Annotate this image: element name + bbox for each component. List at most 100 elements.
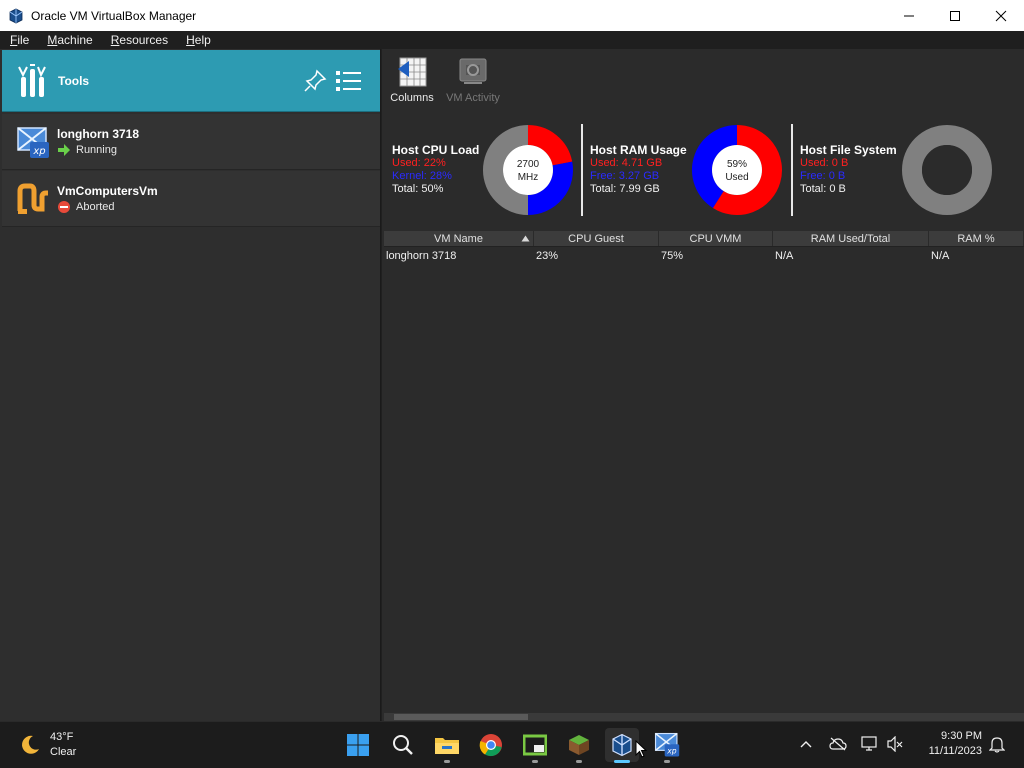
menu-bar: File Machine Resources Help [0,31,1024,49]
search-button[interactable] [386,728,420,762]
divider [791,124,793,216]
generic-vm-icon [17,183,48,214]
machine-list-pane: Tools xp longhorn 3718 Running VmCompute… [0,49,381,721]
vm-item-longhorn[interactable]: xp longhorn 3718 Running [2,114,380,170]
chrome-icon [479,734,502,757]
vm-state: Running [57,143,117,157]
col-ram-percent[interactable]: RAM % [929,231,1024,246]
vm-activity-button[interactable]: VM Activity [443,55,503,109]
tray-cloud[interactable] [828,734,848,754]
vm-item-vmcomputersvm[interactable]: VmComputersVm Aborted [2,171,380,227]
menu-file[interactable]: File [6,33,33,47]
col-cpu-guest[interactable]: CPU Guest [534,231,659,246]
columns-label: Columns [390,92,434,104]
ram-used: Used: 4.71 GB [590,157,663,169]
maximize-button[interactable] [932,0,978,31]
clock-date: 11/11/2023 [928,745,982,757]
show-hidden-icons[interactable] [796,734,816,754]
speaker-muted-icon [887,736,903,752]
aborted-icon [58,201,70,213]
table-header: VM Name CPU Guest CPU VMM RAM Used/Total… [384,231,1024,247]
divider [581,124,583,216]
bell-icon [989,737,1005,753]
vm-state-label: Running [76,144,117,156]
col-vm-name[interactable]: VM Name [384,231,534,246]
virtualbox-icon [612,733,632,757]
fs-title: Host File System [800,143,897,157]
cell-cpu-vmm: 75% [661,250,684,262]
vm-name: VmComputersVm [57,184,158,198]
fs-free: Free: 0 B [800,170,846,182]
list-menu-icon[interactable] [335,68,363,94]
cloud-off-icon [829,737,847,751]
activity-overview-pane: Columns VM Activity Host CPU Load Used: … [382,49,1024,721]
start-button[interactable] [341,728,375,762]
pin-icon[interactable] [302,68,328,94]
menu-help[interactable]: Help [182,33,215,47]
taskbar-file-explorer[interactable] [430,728,464,763]
chevron-up-icon [800,741,812,748]
running-arrow-icon [58,144,70,156]
fs-used: Used: 0 B [800,157,849,169]
tray-network[interactable] [860,734,880,754]
taskbar-minecraft[interactable] [562,728,596,763]
title-bar: Oracle VM VirtualBox Manager [0,0,1024,31]
vm-name: longhorn 3718 [57,127,140,141]
columns-icon [398,57,427,87]
scrollbar-thumb[interactable] [394,714,528,720]
cpu-used: Used: 22% [392,157,446,169]
weather-widget[interactable]: 43°F Clear [18,730,76,760]
close-button[interactable] [978,0,1024,31]
vm-activity-icon [459,58,487,84]
taskbar-app-green[interactable] [518,728,552,763]
fs-donut-chart [902,125,992,215]
ram-free: Free: 3.27 GB [590,170,660,182]
folder-icon [435,738,459,754]
grass-block-icon [569,735,589,755]
ram-title: Host RAM Usage [590,143,687,157]
close-icon [995,10,1007,21]
clock[interactable]: 9:30 PM 11/11/2023 [912,729,982,759]
vm-activity-table: VM Name CPU Guest CPU VMM RAM Used/Total… [384,231,1024,265]
ram-total: Total: 7.99 GB [590,183,660,195]
taskbar-virtualbox[interactable] [605,728,639,763]
table-row[interactable]: longhorn 3718 23% 75% N/A N/A [384,247,1024,265]
menu-machine[interactable]: Machine [43,33,96,47]
menu-resources[interactable]: Resources [107,33,172,47]
vm-state: Aborted [57,200,115,214]
cell-cpu-guest: 23% [536,250,559,262]
fs-total: Total: 0 B [800,183,846,195]
minimize-icon [904,15,914,16]
col-ram-used-total[interactable]: RAM Used/Total [773,231,929,246]
taskbar-longhorn-vm[interactable]: xp [650,728,684,763]
notifications-button[interactable] [987,734,1007,754]
tray-volume[interactable] [885,734,905,754]
tools-item[interactable]: Tools [2,50,380,112]
taskbar: 43°F Clear xp 9:30 PM 11/11/2023 [0,721,1024,768]
cpu-title: Host CPU Load [392,143,480,157]
windows-start-icon [347,734,369,756]
cell-ram-percent: N/A [931,250,950,262]
weather-desc: Clear [50,746,77,758]
taskbar-chrome[interactable] [474,728,508,762]
network-icon [861,736,877,751]
minimize-button[interactable] [886,0,932,31]
maximize-icon [950,10,960,21]
col-cpu-vmm[interactable]: CPU VMM [659,231,773,246]
windows-xp-icon: xp [654,732,680,757]
host-cpu-load: Host CPU Load Used: 22% Kernel: 28% Tota… [392,124,578,218]
tools-icon [18,64,46,97]
vm-state-label: Aborted [76,201,115,213]
virtualbox-icon [9,8,23,23]
ram-center-unit: Used [725,172,749,183]
moon-icon [22,735,39,754]
weather-temp: 43°F [50,731,74,743]
clock-time: 9:30 PM [941,730,982,742]
host-file-system: Host File System Used: 0 B Free: 0 B Tot… [800,124,1020,218]
cpu-center-label: 2700 MHz [498,158,558,184]
horizontal-scrollbar[interactable] [384,713,1024,721]
columns-button[interactable]: Columns [382,55,442,109]
cell-ram-used-total: N/A [775,250,794,262]
search-icon [393,735,413,755]
svg-text:xp: xp [32,146,45,157]
